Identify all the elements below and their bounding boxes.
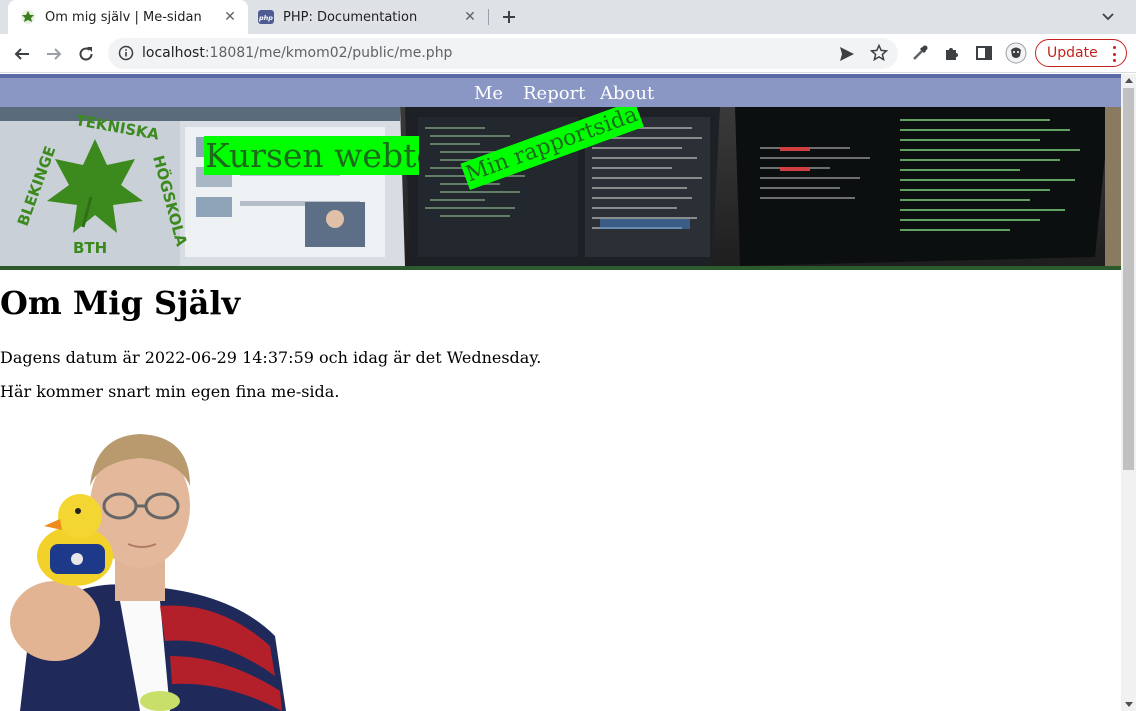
- page-scrollbar[interactable]: [1121, 74, 1136, 711]
- page-title: Om Mig Själv: [0, 284, 241, 322]
- tab-title: Om mig själv | Me-sidan: [45, 9, 202, 25]
- site-title[interactable]: Kursen webtec: [204, 136, 419, 175]
- bth-leaf-icon: [20, 9, 36, 25]
- update-button[interactable]: Update: [1035, 39, 1127, 67]
- tab-me-sidan[interactable]: Om mig själv | Me-sidan ✕: [8, 0, 248, 34]
- url-path: :18081/me/kmom02/public/me.php: [204, 45, 453, 61]
- page-viewport: Me Report About BLEKINGE TEKNISKA HÖGSKO…: [0, 74, 1121, 711]
- site-navbar: Me Report About: [0, 78, 1121, 107]
- header-banner-image: BLEKINGE TEKNISKA HÖGSKOLA BTH Kursen we…: [0, 107, 1121, 266]
- side-panel-icon[interactable]: [973, 42, 995, 64]
- close-icon[interactable]: ✕: [462, 9, 478, 25]
- send-icon[interactable]: [838, 45, 856, 63]
- extensions-puzzle-icon[interactable]: [941, 42, 963, 64]
- eyedropper-icon[interactable]: [909, 42, 931, 64]
- tab-php-documentation[interactable]: php PHP: Documentation ✕: [248, 0, 488, 34]
- scroll-up-arrow-icon[interactable]: [1125, 78, 1133, 83]
- tab-divider: [488, 9, 489, 25]
- profile-avatar[interactable]: [1005, 42, 1027, 64]
- svg-text:BTH: BTH: [73, 239, 107, 257]
- back-arrow-icon[interactable]: [10, 42, 34, 66]
- date-paragraph: Dagens datum är 2022-06-29 14:37:59 och …: [0, 348, 542, 367]
- forward-arrow-icon[interactable]: [42, 42, 66, 66]
- main-content: Om Mig Själv Dagens datum är 2022-06-29 …: [0, 284, 1121, 711]
- update-label: Update: [1047, 45, 1098, 61]
- info-icon[interactable]: [118, 45, 134, 61]
- address-bar[interactable]: localhost:18081/me/kmom02/public/me.php: [108, 38, 898, 69]
- close-icon[interactable]: ✕: [222, 9, 238, 25]
- nav-link-me[interactable]: Me: [474, 83, 503, 104]
- intro-paragraph: Här kommer snart min egen fina me-sida.: [0, 382, 340, 401]
- scroll-down-arrow-icon[interactable]: [1125, 702, 1133, 707]
- bookmark-star-icon[interactable]: [869, 43, 889, 62]
- nav-link-report[interactable]: Report: [523, 83, 585, 104]
- more-vertical-icon: [1113, 46, 1117, 62]
- new-tab-plus-icon[interactable]: [497, 5, 521, 29]
- profile-photo: [0, 426, 286, 711]
- tab-title: PHP: Documentation: [283, 9, 418, 25]
- nav-link-about[interactable]: About: [600, 83, 654, 104]
- reload-icon[interactable]: [74, 42, 98, 66]
- svg-text:php: php: [258, 14, 273, 22]
- chevron-down-icon[interactable]: [1098, 7, 1118, 27]
- php-icon: php: [258, 9, 274, 25]
- scrollbar-thumb[interactable]: [1123, 88, 1134, 470]
- person-with-rubber-duck-image: [0, 426, 286, 711]
- banner-divider: [0, 266, 1121, 270]
- browser-toolbar: localhost:18081/me/kmom02/public/me.php …: [0, 34, 1136, 73]
- url-text: localhost:18081/me/kmom02/public/me.php: [142, 45, 452, 61]
- tab-strip: Om mig själv | Me-sidan ✕ php PHP: Docum…: [0, 0, 1136, 34]
- url-host: localhost: [142, 45, 205, 61]
